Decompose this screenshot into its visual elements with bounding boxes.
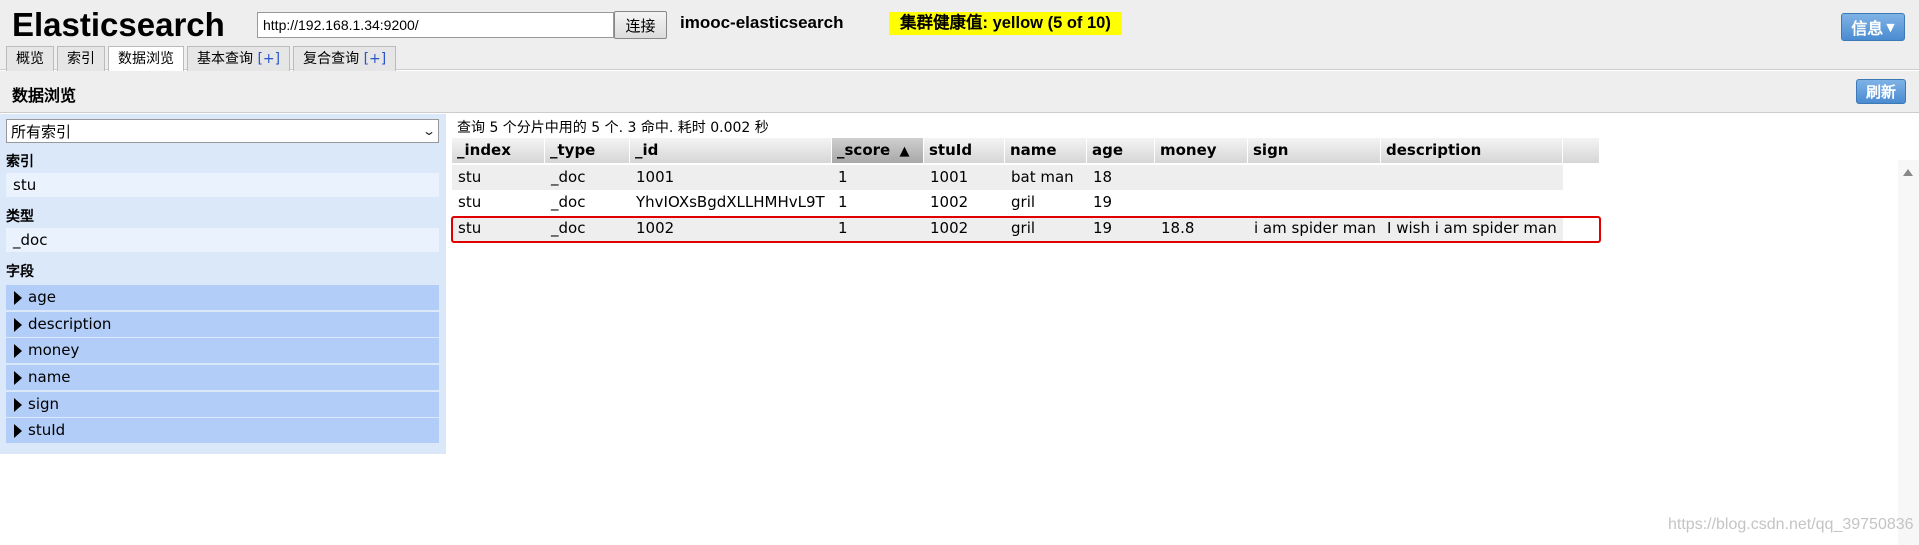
expand-triangle-icon [14,343,22,358]
field-item-description[interactable]: description [6,312,439,337]
table-cell: YhvIOXsBgdXLLHMHvL9T [636,193,825,211]
tab-label: 数据浏览 [118,51,174,67]
column-header-index[interactable]: _index [452,138,545,163]
cluster-health-badge: 集群健康值: yellow (5 of 10) [889,12,1122,35]
type-heading: 类型 [6,209,34,225]
table-row[interactable]: stu _doc YhvIOXsBgdXLLHMHvL9T 1 1002 gri… [452,190,1563,215]
tab-browser[interactable]: 数据浏览 [108,46,184,72]
field-item-money[interactable]: money [6,338,439,363]
refresh-button[interactable]: 刷新 [1856,79,1906,104]
table-cell: 1 [838,193,848,211]
table-cell [1248,165,1381,190]
expand-triangle-icon [14,397,22,412]
tab-compound-query[interactable]: 复合查询 [+] [293,46,397,71]
table-cell: 18 [1093,168,1113,186]
query-summary: 查询 5 个分片中用的 5 个. 3 命中. 耗时 0.002 秒 [457,120,769,136]
expand-triangle-icon [14,290,22,305]
expand-triangle-icon [14,317,22,332]
info-menu-button[interactable]: 信息 ▼ [1841,13,1905,41]
column-header-label: _score [837,141,891,159]
table-header-row: _index _type _id _score ▲ stuId name age… [452,138,1600,163]
tab-label: 复合查询 [303,51,360,67]
server-url-input[interactable] [257,12,614,38]
table-cell: stu [458,168,482,186]
expand-triangle-icon [14,370,22,385]
browser-sidebar: 所有索引 ⌄ 索引 stu 类型 _doc 字段 age description… [0,114,446,454]
table-cell: 1002 [930,193,969,211]
table-cell: 1001 [930,168,969,186]
column-header-spacer [1563,138,1600,163]
field-item-stuid[interactable]: stuId [6,418,439,443]
table-cell: _doc [551,193,586,211]
cluster-name: imooc-elasticsearch [680,13,844,32]
caret-down-icon: ▼ [1886,20,1895,34]
table-cell: _doc [551,168,586,186]
column-header-id[interactable]: _id [630,138,832,163]
field-item-sign[interactable]: sign [6,392,439,417]
type-filter-item[interactable]: _doc [6,228,439,252]
field-item-age[interactable]: age [6,285,439,310]
column-header-age[interactable]: age [1087,138,1155,163]
field-label: money [28,341,80,359]
tab-indices[interactable]: 索引 [57,46,105,71]
add-query-plus[interactable]: [+] [257,51,280,67]
column-header-name[interactable]: name [1005,138,1087,163]
table-cell: 1001 [636,168,675,186]
tab-overview[interactable]: 概览 [6,46,54,71]
section-title: 数据浏览 [12,86,77,105]
column-header-money[interactable]: money [1155,138,1248,163]
table-cell [1155,165,1248,190]
table-cell [1155,190,1248,215]
sort-ascending-icon: ▲ [899,144,910,159]
row-highlight-annotation [451,216,1601,243]
fields-heading: 字段 [6,264,34,280]
tab-label: 基本查询 [197,51,253,67]
index-filter-item[interactable]: stu [6,173,439,197]
table-cell: gril [1011,193,1036,211]
field-label: stuId [28,421,66,439]
tab-label: 索引 [67,51,95,67]
scroll-up-arrow-icon[interactable] [1903,169,1913,176]
field-item-name[interactable]: name [6,365,439,390]
index-heading: 索引 [6,154,34,170]
table-cell [1248,190,1381,215]
index-select-value: 所有索引 [11,122,72,141]
add-query-plus[interactable]: [+] [364,51,387,67]
table-cell [1381,165,1563,190]
field-label: sign [28,395,60,413]
section-bar: 数据浏览 [0,71,1919,113]
main-tabs: 概览 索引 数据浏览 基本查询 [+] 复合查询 [+] [6,46,397,72]
field-label: name [28,368,71,386]
watermark: https://blog.csdn.net/qq_39750836 [1668,516,1914,533]
vertical-scrollbar[interactable] [1898,160,1919,545]
table-row[interactable]: stu _doc 1001 1 1001 bat man 18 [452,165,1563,190]
table-cell: stu [458,193,482,211]
field-label: age [28,288,56,306]
tab-basic-query[interactable]: 基本查询 [+] [187,46,291,71]
column-header-sign[interactable]: sign [1248,138,1381,163]
column-header-score[interactable]: _score ▲ [832,138,924,163]
field-label: description [28,315,112,333]
table-cell: bat man [1011,168,1074,186]
column-header-stuid[interactable]: stuId [924,138,1005,163]
column-header-description[interactable]: description [1381,138,1563,163]
chevron-down-icon: ⌄ [421,124,437,138]
info-button-label: 信息 [1851,19,1884,38]
tab-label: 概览 [16,51,44,67]
table-cell: 19 [1093,193,1113,211]
table-cell: 1 [838,168,848,186]
app-title: Elasticsearch [12,6,225,43]
connect-button[interactable]: 连接 [614,11,667,39]
expand-triangle-icon [14,423,22,438]
column-header-type[interactable]: _type [545,138,630,163]
index-select[interactable]: 所有索引 ⌄ [6,119,439,143]
table-cell [1381,190,1563,215]
